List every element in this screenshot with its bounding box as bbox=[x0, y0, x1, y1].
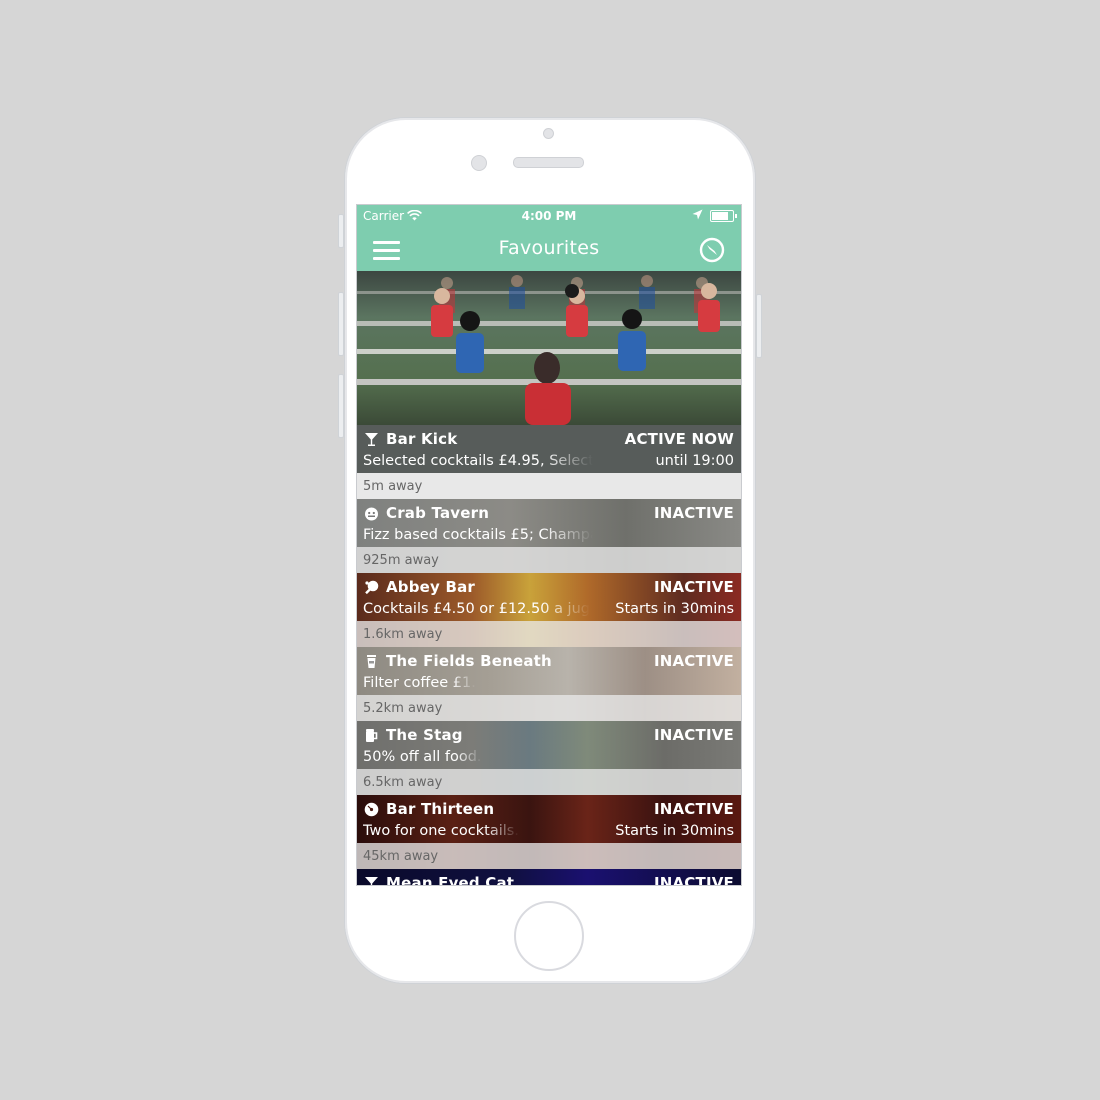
venue-row-crab-tavern[interactable]: Crab Tavern Fizz based cocktails £5; Cha… bbox=[357, 499, 741, 547]
volume-up-button bbox=[338, 292, 344, 356]
venue-name: Abbey Bar bbox=[386, 578, 476, 596]
music-disc-icon bbox=[364, 802, 379, 817]
status-badge: INACTIVE bbox=[653, 504, 734, 522]
venue-name: The Fields Beneath bbox=[386, 652, 552, 670]
coffee-cup-icon bbox=[367, 655, 376, 668]
venue-row-mean-eyed-cat[interactable]: Mean Eyed Cat INACTIVE bbox=[357, 869, 741, 885]
app-screen: Carrier 4:00 PM Favourites Bar Kick Sele… bbox=[356, 204, 742, 886]
venue-description: Two for one cocktails. bbox=[363, 823, 519, 839]
venue-row-the-fields-beneath[interactable]: The Fields Beneath Filter coffee £1. INA… bbox=[357, 647, 741, 695]
venue-distance: 6.5km away bbox=[363, 775, 443, 790]
status-badge: INACTIVE bbox=[653, 874, 734, 885]
mute-switch bbox=[338, 214, 344, 248]
battery-icon bbox=[710, 210, 737, 222]
page-title: Favourites bbox=[498, 237, 600, 259]
home-button[interactable] bbox=[514, 901, 584, 971]
venue-name: Mean Eyed Cat bbox=[386, 874, 515, 885]
cocktail-icon bbox=[365, 877, 378, 885]
venue-name: The Stag bbox=[386, 726, 463, 744]
venue-distance: 1.6km away bbox=[363, 627, 443, 642]
cocktail-icon bbox=[365, 433, 378, 446]
nav-bar: Favourites bbox=[357, 227, 741, 271]
compass-icon[interactable] bbox=[699, 237, 725, 263]
foosball-photo bbox=[357, 271, 741, 425]
venue-row-abbey-bar[interactable]: Abbey Bar Cocktails £4.50 or £12.50 a ju… bbox=[357, 573, 741, 621]
venue-row-the-stag[interactable]: The Stag 50% off all food. INACTIVE bbox=[357, 721, 741, 769]
venue-description: Cocktails £4.50 or £12.50 a jug bbox=[363, 601, 590, 617]
venue-name: Bar Thirteen bbox=[386, 800, 495, 818]
venue-sub-status: Starts in 30mins bbox=[615, 601, 734, 617]
status-time: 4:00 PM bbox=[521, 209, 577, 223]
venue-distance-row: 5.2km away bbox=[357, 695, 741, 721]
venue-distance: 925m away bbox=[363, 553, 439, 568]
location-arrow-icon bbox=[692, 209, 703, 220]
status-badge: ACTIVE NOW bbox=[624, 430, 734, 448]
venue-row-bar-thirteen[interactable]: Bar Thirteen Two for one cocktails. INAC… bbox=[357, 795, 741, 843]
venue-distance-row: 925m away bbox=[357, 547, 741, 573]
venue-row-bar-kick[interactable]: Bar Kick Selected cocktails £4.95, Selec… bbox=[357, 425, 741, 473]
earpiece-speaker bbox=[513, 157, 584, 168]
venue-distance: 45km away bbox=[363, 849, 439, 864]
venue-distance-row: 6.5km away bbox=[357, 769, 741, 795]
crab-icon bbox=[365, 507, 378, 521]
status-bar: Carrier 4:00 PM bbox=[357, 205, 741, 227]
venue-distance: 5m away bbox=[363, 479, 423, 494]
venue-distance-row: 1.6km away bbox=[357, 621, 741, 647]
venue-distance-row: 5m away bbox=[357, 473, 741, 499]
volume-down-button bbox=[338, 374, 344, 438]
venue-distance: 5.2km away bbox=[363, 701, 443, 716]
featured-venue-image[interactable] bbox=[357, 271, 741, 425]
status-badge: INACTIVE bbox=[653, 726, 734, 744]
venue-name: Bar Kick bbox=[386, 430, 458, 448]
ping-pong-icon bbox=[365, 580, 379, 595]
beer-mug-icon bbox=[366, 729, 378, 742]
status-badge: INACTIVE bbox=[653, 578, 734, 596]
front-camera bbox=[471, 155, 487, 171]
venue-name: Crab Tavern bbox=[386, 504, 490, 522]
venue-description: Fizz based cocktails £5; Champagne bbox=[363, 527, 593, 543]
venue-distance-row: 45km away bbox=[357, 843, 741, 869]
venue-description: Filter coffee £1. bbox=[363, 675, 476, 691]
status-badge: INACTIVE bbox=[653, 800, 734, 818]
status-badge: INACTIVE bbox=[653, 652, 734, 670]
venue-description: Selected cocktails £4.95, Selected bbox=[363, 453, 593, 469]
power-button bbox=[756, 294, 762, 358]
venue-sub-status: Starts in 30mins bbox=[615, 823, 734, 839]
proximity-sensor bbox=[543, 128, 554, 139]
venue-description: 50% off all food. bbox=[363, 749, 482, 765]
venue-sub-status: until 19:00 bbox=[655, 453, 734, 469]
